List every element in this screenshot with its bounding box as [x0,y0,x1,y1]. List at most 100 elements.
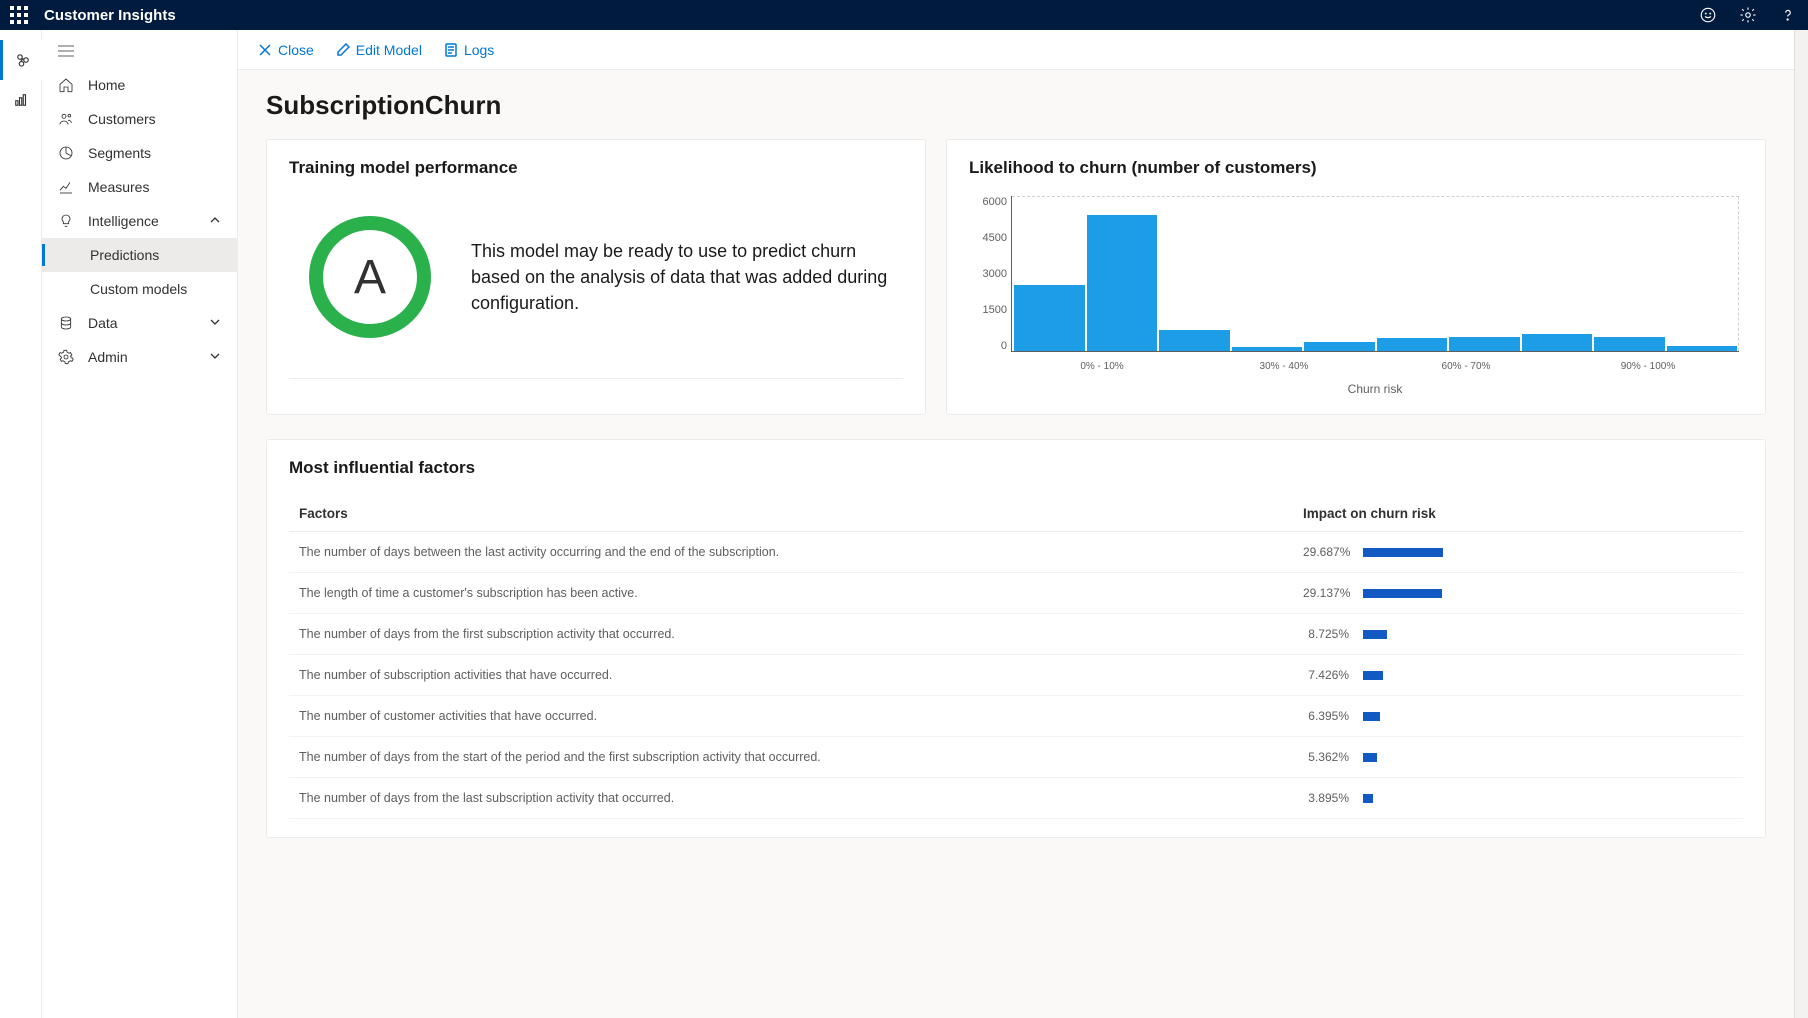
feedback-icon[interactable] [1698,5,1718,25]
factor-bar [1363,753,1377,762]
factor-percent: 7.426% [1303,668,1363,682]
logs-button[interactable]: Logs [444,42,494,58]
training-performance-card: Training model performance A This model … [266,139,926,415]
grade-letter: A [354,250,386,305]
factor-bar [1363,548,1443,557]
factor-bar-cell [1363,794,1733,803]
sidebar: Home Customers Segments Measures Intelli… [42,30,238,1018]
column-header-impact: Impact on churn risk [1303,506,1733,521]
chart-plot-area [1011,196,1739,352]
sidebar-item-label: Data [88,315,118,331]
factor-text: The number of days from the first subscr… [299,627,1303,641]
edit-model-button[interactable]: Edit Model [336,42,422,58]
chevron-down-icon [209,315,221,331]
factor-row: The number of days between the last acti… [289,532,1743,573]
factor-bar-cell [1363,589,1733,598]
sidebar-item-label: Home [88,77,125,93]
factor-percent: 29.137% [1303,586,1363,600]
sidebar-item-predictions[interactable]: Predictions [42,238,237,272]
left-rail [0,30,42,1018]
factor-percent: 8.725% [1303,627,1363,641]
factors-table-body: The number of days between the last acti… [289,532,1743,819]
factor-bar [1363,589,1442,598]
factor-text: The number of days between the last acti… [299,545,1303,559]
rail-item-insights[interactable] [0,40,42,80]
command-bar: Close Edit Model Logs [238,30,1794,70]
cmd-label: Logs [464,42,494,58]
performance-description: This model may be ready to use to predic… [471,238,893,316]
sidebar-item-label: Customers [88,111,156,127]
factor-text: The number of customer activities that h… [299,709,1303,723]
chevron-down-icon [209,349,221,365]
app-launcher-icon[interactable] [10,6,28,24]
close-button[interactable]: Close [258,42,314,58]
settings-icon[interactable] [1738,5,1758,25]
factor-bar-cell [1363,548,1733,557]
sidebar-item-label: Predictions [90,247,159,263]
sidebar-item-measures[interactable]: Measures [42,170,237,204]
factor-bar-cell [1363,712,1733,721]
factor-row: The length of time a customer's subscrip… [289,573,1743,614]
factor-bar [1363,630,1387,639]
chart-bar [1522,334,1593,351]
factor-text: The number of subscription activities th… [299,668,1303,682]
factor-row: The number of customer activities that h… [289,696,1743,737]
sidebar-item-data[interactable]: Data [42,306,237,340]
factor-percent: 5.362% [1303,750,1363,764]
factor-row: The number of days from the start of the… [289,737,1743,778]
factor-row: The number of subscription activities th… [289,655,1743,696]
card-title: Most influential factors [289,458,1743,478]
scrollbar[interactable] [1794,30,1808,1018]
factor-bar-cell [1363,753,1733,762]
hamburger-icon[interactable] [42,38,237,68]
factor-row: The number of days from the first subscr… [289,614,1743,655]
factor-text: The number of days from the start of the… [299,750,1303,764]
sidebar-item-admin[interactable]: Admin [42,340,237,374]
factor-percent: 29.687% [1303,545,1363,559]
app-name: Customer Insights [44,7,176,24]
factor-row: The number of days from the last subscri… [289,778,1743,819]
chart-x-axis: 0% - 10%30% - 40%60% - 70%90% - 100% [1011,361,1739,372]
chart-bar [1014,285,1085,351]
rail-item-analytics[interactable] [0,80,42,120]
factor-text: The number of days from the last subscri… [299,791,1303,805]
sidebar-item-segments[interactable]: Segments [42,136,237,170]
sidebar-item-label: Intelligence [88,213,159,229]
sidebar-item-custom-models[interactable]: Custom models [42,272,237,306]
sidebar-item-intelligence[interactable]: Intelligence [42,204,237,238]
page-title: SubscriptionChurn [266,90,1766,121]
chart-bar [1449,337,1520,351]
factor-percent: 6.395% [1303,709,1363,723]
cmd-label: Edit Model [356,42,422,58]
chart-bar [1232,347,1303,351]
churn-bar-chart: 60004500300015000 0% - 10%30% - 40%60% -… [969,196,1743,396]
chart-y-axis: 60004500300015000 [969,196,1007,352]
grade-ring: A [309,216,431,338]
sidebar-item-home[interactable]: Home [42,68,237,102]
factor-percent: 3.895% [1303,791,1363,805]
cmd-label: Close [278,42,314,58]
chevron-up-icon [209,213,221,229]
card-title: Likelihood to churn (number of customers… [969,158,1743,178]
chart-x-label: Churn risk [1011,382,1739,396]
sidebar-item-label: Custom models [90,281,187,297]
factor-bar-cell [1363,671,1733,680]
chart-bar [1667,346,1738,351]
help-icon[interactable] [1778,5,1798,25]
card-title: Training model performance [289,158,903,178]
factor-bar-cell [1363,630,1733,639]
sidebar-item-customers[interactable]: Customers [42,102,237,136]
factor-bar [1363,794,1373,803]
top-bar: Customer Insights [0,0,1808,30]
factor-text: The length of time a customer's subscrip… [299,586,1303,600]
sidebar-item-label: Segments [88,145,151,161]
sidebar-item-label: Admin [88,349,128,365]
column-header-factors: Factors [299,506,1303,521]
chart-bar [1377,338,1448,351]
influential-factors-card: Most influential factors Factors Impact … [266,439,1766,838]
chart-bar [1304,342,1375,351]
churn-likelihood-card: Likelihood to churn (number of customers… [946,139,1766,415]
factor-bar [1363,671,1383,680]
sidebar-item-label: Measures [88,179,149,195]
factor-bar [1363,712,1380,721]
